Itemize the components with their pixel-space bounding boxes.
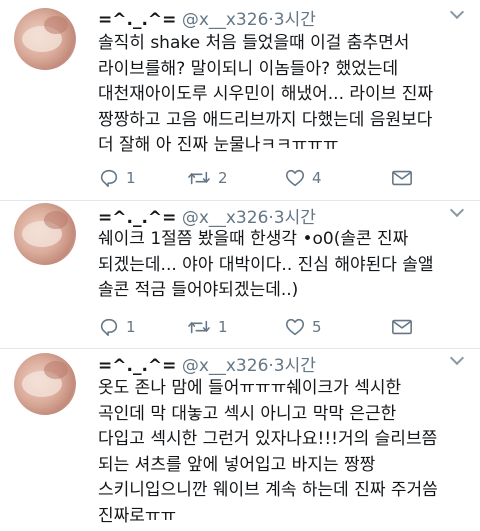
retweet-icon [188, 171, 210, 185]
reply-icon [100, 318, 118, 337]
timestamp[interactable]: 3시간 [274, 10, 316, 30]
tweet-header: =^._.^= @x__x326·3시간 [98, 351, 316, 376]
tweet-text: 솔직히 shake 처음 들었을때 이걸 춤추면서 라이브를해? 말이되니 이놈… [98, 33, 433, 155]
display-name[interactable]: =^._.^= [98, 356, 176, 376]
handle[interactable]: @x__x326 [182, 10, 269, 30]
tweet-actions: 1 1 5 [98, 314, 438, 340]
envelope-icon [392, 170, 412, 186]
retweet-icon [188, 320, 210, 334]
handle[interactable]: @x__x326 [182, 208, 269, 228]
dm-button[interactable] [390, 165, 414, 191]
avatar[interactable] [14, 203, 76, 265]
heart-icon [285, 169, 305, 187]
reply-icon [100, 169, 118, 188]
chevron-down-icon[interactable] [449, 350, 465, 366]
tweet[interactable]: =^._.^= @x__x326·3시간 솔직히 shake 처음 들었을때 이… [0, 0, 480, 200]
retweet-button[interactable]: 2 [186, 165, 228, 191]
retweet-button[interactable]: 1 [186, 314, 228, 340]
reply-button[interactable]: 1 [98, 165, 136, 191]
reply-button[interactable]: 1 [98, 314, 136, 340]
timestamp[interactable]: 3시간 [274, 208, 316, 228]
chevron-down-icon[interactable] [449, 202, 465, 218]
avatar[interactable] [14, 8, 76, 70]
timestamp[interactable]: 3시간 [274, 356, 316, 376]
display-name[interactable]: =^._.^= [98, 10, 176, 30]
tweet-header: =^._.^= @x__x326·3시간 [98, 203, 316, 228]
tweet-text: 쉐이크 1절쯤 봤을때 한생각 •o0(솔콘 진짜 되겠는데... 야아 대박이… [98, 229, 434, 300]
like-count: 5 [312, 318, 322, 336]
display-name[interactable]: =^._.^= [98, 208, 176, 228]
reply-count: 1 [126, 169, 136, 187]
retweet-count: 2 [218, 169, 228, 187]
tweet-text: 옷도 존나 맘에 들어ㅠㅠㅠ쉐이크가 섹시한 곡인데 막 대놓고 섹시 아니고 … [98, 378, 438, 526]
chevron-down-icon[interactable] [449, 4, 465, 20]
envelope-icon [392, 319, 412, 335]
reply-count: 1 [126, 318, 136, 336]
tweet[interactable]: =^._.^= @x__x326·3시간 옷도 존나 맘에 들어ㅠㅠㅠ쉐이크가 … [0, 349, 480, 531]
tweet-actions: 1 2 4 [98, 165, 438, 191]
heart-icon [285, 318, 305, 336]
tweet[interactable]: =^._.^= @x__x326·3시간 쉐이크 1절쯤 봤을때 한생각 •o0… [0, 201, 480, 348]
retweet-count: 1 [218, 318, 228, 336]
like-button[interactable]: 5 [284, 314, 322, 340]
dm-button[interactable] [390, 314, 414, 340]
avatar[interactable] [14, 353, 76, 415]
like-count: 4 [312, 169, 322, 187]
handle[interactable]: @x__x326 [182, 356, 269, 376]
like-button[interactable]: 4 [284, 165, 322, 191]
tweet-header: =^._.^= @x__x326·3시간 [98, 5, 316, 30]
